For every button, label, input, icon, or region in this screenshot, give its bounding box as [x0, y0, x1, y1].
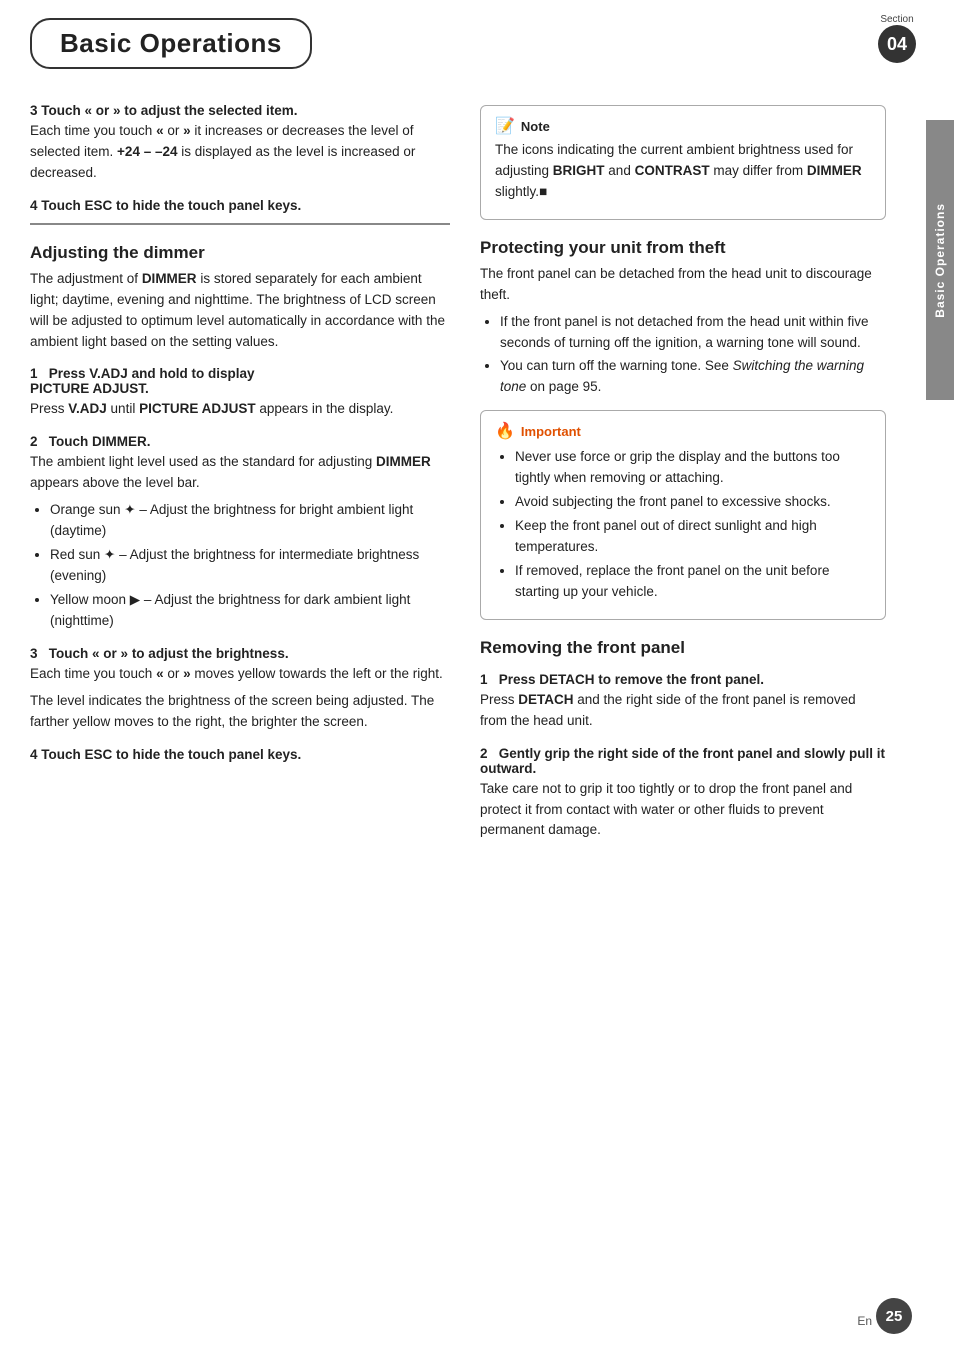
- adj-step3-brightness-heading: 3 Touch « or » to adjust the brightness.: [30, 646, 450, 661]
- page-header: Basic Operations: [0, 0, 954, 69]
- step4-esc-heading: 4 Touch ESC to hide the touch panel keys…: [30, 198, 450, 213]
- protect-bullets: If the front panel is not detached from …: [500, 312, 886, 399]
- note-body: The icons indicating the current ambient…: [495, 140, 871, 203]
- protect-bullet-2: You can turn off the warning tone. See S…: [500, 356, 886, 398]
- adj-step4-heading: 4 Touch ESC to hide the touch panel keys…: [30, 747, 450, 762]
- page-title: Basic Operations: [30, 18, 312, 69]
- important-bullet-4: If removed, replace the front panel on t…: [515, 561, 871, 603]
- right-column: 📝 Note The icons indicating the current …: [480, 89, 916, 847]
- removing-step2-body: Take care not to grip it too tightly or …: [480, 779, 886, 842]
- important-bullets: Never use force or grip the display and …: [515, 447, 871, 602]
- en-label: En: [857, 1314, 872, 1328]
- adj-step3-brightness-body2: The level indicates the brightness of th…: [30, 691, 450, 733]
- important-bullet-2: Avoid subjecting the front panel to exce…: [515, 492, 871, 513]
- removing-step2-heading: 2 Gently grip the right side of the fron…: [480, 746, 886, 776]
- section-label: Section: [880, 14, 913, 25]
- note-box: 📝 Note The icons indicating the current …: [480, 105, 886, 220]
- protect-heading: Protecting your unit from theft: [480, 238, 886, 258]
- important-box: 🔥 Important Never use force or grip the …: [480, 410, 886, 619]
- adj-bullet-1: Orange sun ✦ – Adjust the brightness for…: [50, 500, 450, 542]
- adj-bullet-3: Yellow moon ▶ – Adjust the brightness fo…: [50, 590, 450, 632]
- adj-step2-heading: 2 Touch DIMMER.: [30, 434, 450, 449]
- page-number: 25: [876, 1298, 912, 1334]
- section-badge: Section 04: [878, 14, 916, 63]
- important-title: 🔥 Important: [495, 421, 871, 441]
- adj-bullets: Orange sun ✦ – Adjust the brightness for…: [50, 500, 450, 632]
- important-bullet-3: Keep the front panel out of direct sunli…: [515, 516, 871, 558]
- adj-step2-body: The ambient light level used as the stan…: [30, 452, 450, 494]
- main-content: 3 Touch « or » to adjust the selected it…: [0, 79, 954, 907]
- side-tab-label: Basic Operations: [933, 203, 947, 318]
- important-icon: 🔥: [495, 421, 515, 441]
- side-tab: Basic Operations: [926, 120, 954, 400]
- important-bullet-1: Never use force or grip the display and …: [515, 447, 871, 489]
- removing-step1-heading: 1 Press DETACH to remove the front panel…: [480, 672, 886, 687]
- adj-step3-brightness-body1: Each time you touch « or » moves yellow …: [30, 664, 450, 685]
- left-column: 3 Touch « or » to adjust the selected it…: [30, 89, 450, 847]
- protect-body: The front panel can be detached from the…: [480, 264, 886, 306]
- adj-bullet-2: Red sun ✦ – Adjust the brightness for in…: [50, 545, 450, 587]
- note-title: 📝 Note: [495, 116, 871, 136]
- removing-step1-body: Press DETACH and the right side of the f…: [480, 690, 886, 732]
- step3-selected-heading: 3 Touch « or » to adjust the selected it…: [30, 103, 450, 118]
- adj-step1-heading: 1 Press V.ADJ and hold to display PICTUR…: [30, 366, 450, 396]
- removing-heading: Removing the front panel: [480, 638, 886, 658]
- divider-1: [30, 223, 450, 225]
- adj-dimmer-body: The adjustment of DIMMER is stored separ…: [30, 269, 450, 353]
- protect-bullet-1: If the front panel is not detached from …: [500, 312, 886, 354]
- section-number: 04: [878, 25, 916, 63]
- adj-dimmer-heading: Adjusting the dimmer: [30, 243, 450, 263]
- note-icon: 📝: [495, 116, 515, 136]
- adj-step1-body: Press V.ADJ until PICTURE ADJUST appears…: [30, 399, 450, 420]
- step3-selected-body: Each time you touch « or » it increases …: [30, 121, 450, 184]
